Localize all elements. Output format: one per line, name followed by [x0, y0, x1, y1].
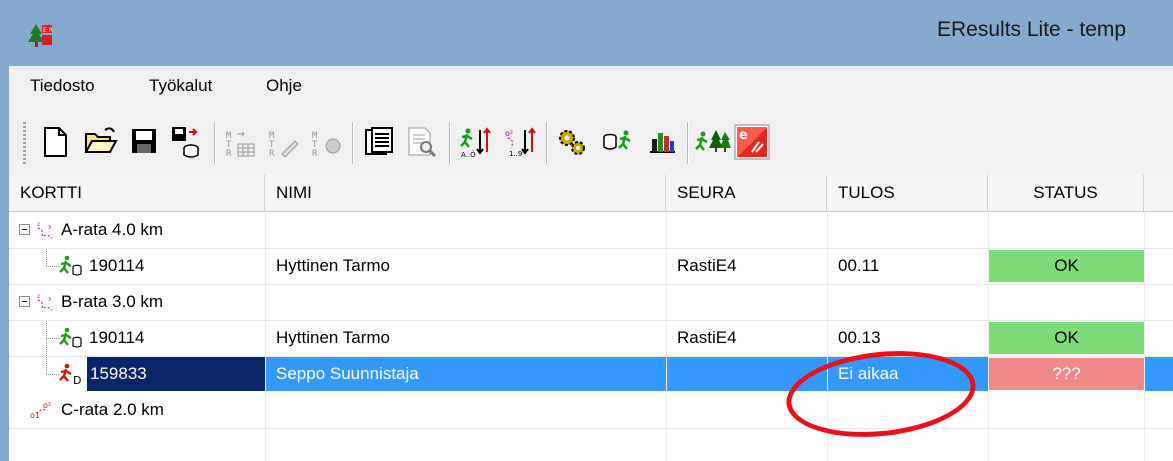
svg-text:A..Ö: A..Ö — [461, 150, 476, 159]
runner-club: RastiE4 — [677, 256, 737, 275]
runner-ok-icon — [59, 327, 83, 349]
course-name: C-rata 2.0 km — [61, 400, 164, 419]
forest-runner-icon[interactable] — [694, 122, 732, 162]
new-file-icon[interactable] — [36, 122, 74, 162]
menu-ohje[interactable]: Ohje — [266, 76, 302, 96]
runner-name: Seppo Suunnistaja — [266, 357, 666, 391]
selection-extension — [1145, 357, 1173, 391]
svg-text:E·R: E·R — [43, 27, 53, 34]
title-bar[interactable]: E·R EResults Lite - temp — [9, 0, 1173, 66]
runner-name: Hyttinen Tarmo — [276, 328, 391, 347]
course-icon: o1 o² — [29, 398, 55, 422]
timing-icon[interactable]: MTR — [308, 122, 346, 162]
toolbar-separator — [546, 122, 548, 164]
runner-row-selected[interactable]: D 159833 Seppo Suunnistaja Ei aikaa ??? — [9, 356, 1173, 392]
settings-gears-icon[interactable] — [553, 122, 591, 162]
course-row[interactable]: ²³ B-rata 3.0 km — [9, 284, 1173, 321]
course-row[interactable]: o1 o² C-rata 2.0 km — [9, 392, 1173, 429]
menu-tyokalut[interactable]: Työkalut — [149, 76, 212, 96]
status-badge: OK — [989, 322, 1144, 354]
svg-text:1..9: 1..9 — [509, 150, 522, 158]
svg-text:e: e — [739, 128, 748, 143]
column-header-kortti[interactable]: KORTTI — [9, 175, 265, 211]
runner-name: Hyttinen Tarmo — [276, 256, 391, 275]
course-icon: ²³ — [34, 290, 58, 314]
column-header-tulos[interactable]: TULOS — [827, 175, 988, 211]
runner-card-icon[interactable] — [599, 122, 637, 162]
runner-row[interactable]: 190114 Hyttinen Tarmo RastiE4 00.11 OK — [9, 248, 1173, 285]
edit-entry-icon[interactable]: MTR — [265, 122, 303, 162]
column-header-extra — [1144, 175, 1173, 211]
toolbar-separator — [687, 122, 689, 164]
svg-text:D: D — [73, 374, 81, 385]
svg-text:o²: o² — [505, 129, 513, 138]
toolbar-grip[interactable] — [23, 122, 26, 164]
svg-text:o²: o² — [43, 401, 51, 410]
window-title: EResults Lite - temp — [937, 18, 1127, 41]
runner-result: 00.11 — [838, 256, 880, 275]
emit-icon[interactable]: e — [733, 122, 771, 162]
window-left-border — [0, 0, 9, 461]
collapse-toggle-icon[interactable] — [19, 296, 30, 307]
results-sheet-icon[interactable] — [360, 122, 398, 162]
import-table-icon[interactable]: MTR — [222, 122, 260, 162]
svg-text:R: R — [312, 149, 318, 159]
column-header-status[interactable]: STATUS — [988, 175, 1144, 211]
sort-runners-icon[interactable]: A..Ö — [456, 122, 494, 162]
column-header-nimi[interactable]: NIMI — [265, 175, 666, 211]
svg-text:R: R — [226, 149, 232, 159]
course-name: B-rata 3.0 km — [61, 292, 164, 311]
course-icon: ²³ — [34, 218, 58, 242]
save-export-icon[interactable] — [167, 122, 205, 162]
status-badge: OK — [989, 250, 1144, 282]
toolbar: MTR MTR MTR A..Ö o² 1..9 e — [9, 108, 1173, 176]
toolbar-separator — [214, 122, 216, 164]
collapse-toggle-icon[interactable] — [19, 224, 30, 235]
runner-row[interactable]: 190114 Hyttinen Tarmo RastiE4 00.13 OK — [9, 320, 1173, 357]
column-header-seura[interactable]: SEURA — [666, 175, 827, 211]
print-preview-icon[interactable] — [402, 122, 440, 162]
svg-text:³: ³ — [48, 296, 51, 305]
course-row[interactable]: ²³ A-rata 4.0 km — [9, 212, 1173, 249]
save-icon[interactable] — [125, 122, 163, 162]
toolbar-separator — [352, 122, 354, 164]
eresults-tree-icon[interactable]: E·R — [27, 22, 53, 48]
runner-ok-icon — [59, 255, 83, 277]
runner-result: 00.13 — [838, 328, 881, 347]
card-number: 190114 — [89, 328, 145, 347]
svg-text:³: ³ — [48, 224, 51, 233]
svg-text:R: R — [269, 149, 275, 159]
toolbar-separator — [449, 122, 451, 164]
course-name: A-rata 4.0 km — [61, 220, 164, 239]
menu-bar: Tiedosto Työkalut Ohje — [9, 66, 1173, 109]
sort-courses-icon[interactable]: o² 1..9 — [501, 122, 539, 162]
card-number: 190114 — [89, 256, 145, 275]
menu-tiedosto[interactable]: Tiedosto — [30, 76, 95, 96]
grid-header: KORTTI NIMI SEURA TULOS STATUS — [9, 175, 1173, 212]
status-badge: ??? — [989, 358, 1144, 390]
bar-chart-icon[interactable] — [643, 122, 681, 162]
results-grid[interactable]: KORTTI NIMI SEURA TULOS STATUS ²³ A-rata… — [9, 175, 1173, 461]
runner-dnf-icon: D — [59, 363, 83, 387]
card-number[interactable]: 159833 — [87, 357, 265, 391]
open-folder-icon[interactable] — [81, 122, 119, 162]
runner-club: RastiE4 — [677, 328, 737, 347]
